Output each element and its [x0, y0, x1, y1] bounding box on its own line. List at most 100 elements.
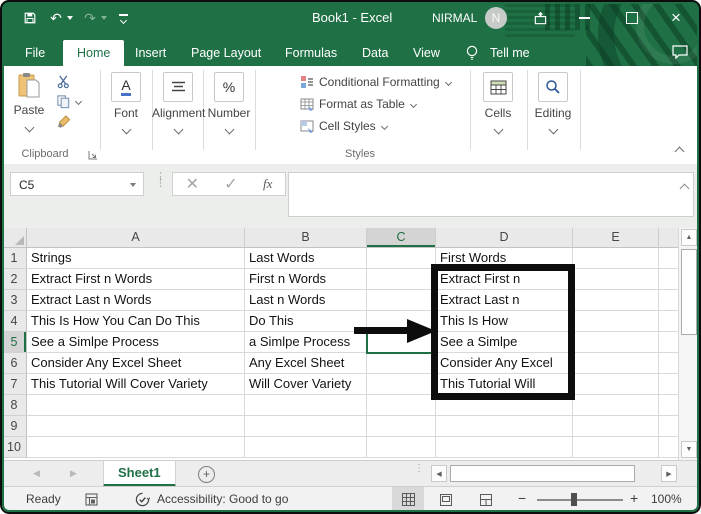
cell-C8[interactable]	[367, 395, 436, 416]
cell-B7[interactable]: Will Cover Variety	[245, 374, 367, 395]
select-all-corner[interactable]	[2, 228, 27, 248]
formula-bar-splitter[interactable]: ⋮⋮	[155, 174, 166, 186]
user-name[interactable]: NIRMAL	[432, 11, 477, 25]
enter-icon[interactable]: ✓	[224, 174, 237, 194]
macro-record-icon[interactable]	[85, 493, 98, 509]
number-group[interactable]: % Number	[203, 72, 255, 136]
view-normal-button[interactable]	[392, 487, 424, 512]
font-dropdown-icon[interactable]	[121, 125, 131, 135]
cell-E6[interactable]	[573, 353, 659, 374]
cell-C9[interactable]	[367, 416, 436, 437]
cell-A1[interactable]: Strings	[27, 248, 245, 269]
view-page-break-button[interactable]	[470, 487, 502, 512]
cell-C6[interactable]	[367, 353, 436, 374]
scrollbar-splitter[interactable]: ⋮	[414, 465, 424, 473]
row-header-3[interactable]: 3	[2, 290, 27, 311]
alignment-dropdown-icon[interactable]	[173, 125, 183, 135]
editing-dropdown-icon[interactable]	[548, 125, 558, 135]
avatar[interactable]: N	[485, 7, 507, 29]
font-group[interactable]: A Font	[100, 72, 152, 136]
column-header-B[interactable]: B	[245, 228, 367, 248]
cell-A4[interactable]: This Is How You Can Do This	[27, 311, 245, 332]
cell-D10[interactable]	[436, 437, 573, 458]
cells-group[interactable]: Cells	[472, 72, 524, 136]
cell-E8[interactable]	[573, 395, 659, 416]
cell-styles-button[interactable]: Cell Styles	[300, 119, 387, 133]
tab-view[interactable]: View	[413, 40, 440, 66]
collapse-formula-bar-button[interactable]	[681, 179, 688, 197]
cell-B10[interactable]	[245, 437, 367, 458]
alignment-group[interactable]: Alignment	[152, 72, 204, 136]
cell-A5[interactable]: See a Simlpe Process	[27, 332, 245, 353]
cell-E4[interactable]	[573, 311, 659, 332]
cell-B9[interactable]	[245, 416, 367, 437]
formula-input[interactable]	[288, 172, 694, 217]
cell-E5[interactable]	[573, 332, 659, 353]
minimize-button[interactable]	[572, 6, 596, 30]
name-box[interactable]: C5	[10, 172, 144, 196]
cell-A6[interactable]: Consider Any Excel Sheet	[27, 353, 245, 374]
cell-D9[interactable]	[436, 416, 573, 437]
cells-dropdown-icon[interactable]	[493, 125, 503, 135]
cell-A7[interactable]: This Tutorial Will Cover Variety	[27, 374, 245, 395]
cell-E9[interactable]	[573, 416, 659, 437]
cell-C7[interactable]	[367, 374, 436, 395]
paste-button[interactable]: Paste	[8, 72, 50, 134]
comments-icon[interactable]	[671, 44, 689, 65]
cell-E2[interactable]	[573, 269, 659, 290]
tab-home[interactable]: Home	[63, 40, 124, 66]
cell-C3[interactable]	[367, 290, 436, 311]
clipboard-dialog-launcher-icon[interactable]	[88, 149, 98, 163]
editing-group[interactable]: Editing	[527, 72, 579, 136]
cell-E1[interactable]	[573, 248, 659, 269]
format-as-table-button[interactable]: Format as Table	[300, 97, 416, 111]
cell-B1[interactable]: Last Words	[245, 248, 367, 269]
conditional-formatting-dropdown-icon[interactable]	[445, 78, 452, 85]
insert-function-icon[interactable]: fx	[263, 176, 272, 192]
sheet-nav-right-icon[interactable]: ▶	[70, 468, 77, 479]
format-painter-button[interactable]	[56, 114, 72, 129]
paste-dropdown-icon[interactable]	[24, 123, 34, 133]
undo-dropdown-icon[interactable]	[67, 16, 73, 20]
cell-C2[interactable]	[367, 269, 436, 290]
row-header-5[interactable]: 5	[2, 332, 27, 353]
cancel-icon[interactable]: ✕	[186, 174, 199, 194]
view-page-layout-button[interactable]	[430, 487, 462, 512]
accessibility-status[interactable]: Accessibility: Good to go	[157, 492, 288, 506]
copy-button[interactable]	[56, 94, 81, 109]
tell-me-search[interactable]: Tell me	[490, 40, 530, 66]
zoom-level[interactable]: 100%	[651, 492, 682, 506]
cell-styles-dropdown-icon[interactable]	[381, 122, 388, 129]
cell-B8[interactable]	[245, 395, 367, 416]
maximize-button[interactable]	[620, 6, 644, 30]
collapse-ribbon-button[interactable]	[676, 144, 683, 158]
cell-A10[interactable]	[27, 437, 245, 458]
horizontal-scroll-thumb[interactable]	[450, 465, 635, 482]
save-icon[interactable]	[19, 9, 41, 27]
conditional-formatting-button[interactable]: Conditional Formatting	[300, 75, 451, 89]
tab-data[interactable]: Data	[362, 40, 388, 66]
zoom-in-button[interactable]: +	[630, 490, 638, 506]
tab-formulas[interactable]: Formulas	[285, 40, 337, 66]
vertical-scroll-thumb[interactable]	[681, 249, 697, 335]
sheet-nav-left-icon[interactable]: ◀	[33, 468, 40, 479]
row-header-7[interactable]: 7	[2, 374, 27, 395]
vertical-scrollbar[interactable]: ▲ ▼	[678, 228, 699, 460]
cell-C10[interactable]	[367, 437, 436, 458]
column-header-C[interactable]: C	[367, 228, 436, 248]
zoom-slider-thumb[interactable]	[571, 493, 577, 506]
row-header-10[interactable]: 10	[2, 437, 27, 458]
cell-A8[interactable]	[27, 395, 245, 416]
cell-A3[interactable]: Extract Last n Words	[27, 290, 245, 311]
cell-A9[interactable]	[27, 416, 245, 437]
cell-C1[interactable]	[367, 248, 436, 269]
scroll-right-button[interactable]: ▶	[661, 465, 677, 482]
undo-icon[interactable]: ↶	[47, 9, 65, 27]
zoom-slider-track[interactable]	[537, 499, 623, 501]
cell-B2[interactable]: First n Words	[245, 269, 367, 290]
number-dropdown-icon[interactable]	[224, 125, 234, 135]
cell-B4[interactable]: Do This	[245, 311, 367, 332]
tab-page-layout[interactable]: Page Layout	[191, 40, 261, 66]
tab-file[interactable]: File	[25, 40, 45, 66]
cell-E10[interactable]	[573, 437, 659, 458]
